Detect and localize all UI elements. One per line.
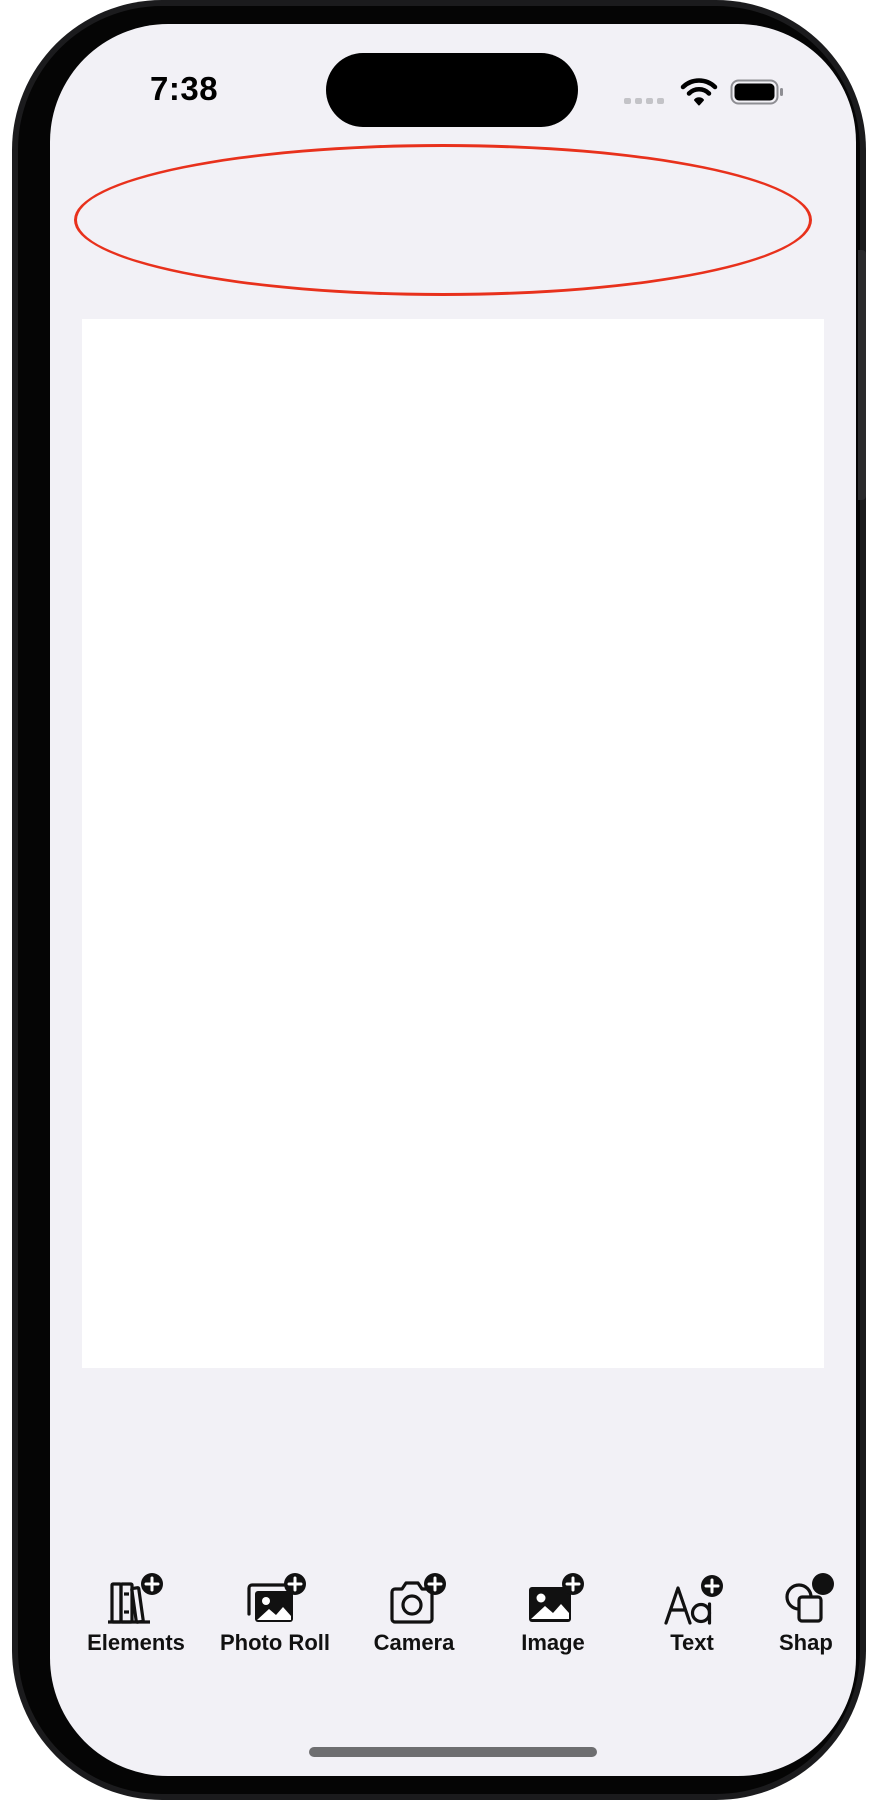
toolbar-item-label: Elements xyxy=(87,1630,185,1655)
photo-stack-plus-icon xyxy=(247,1573,306,1622)
shapes-icon xyxy=(785,1573,834,1623)
wifi-icon xyxy=(680,78,718,106)
dynamic-island xyxy=(326,53,578,127)
side-button xyxy=(858,250,866,500)
text-aa-plus-icon xyxy=(664,1575,723,1625)
phone-frame: 7:38 Elements Photo Roll Camera Image Te… xyxy=(12,0,866,1800)
status-bar: 7:38 xyxy=(50,24,856,144)
cellular-signal-icon xyxy=(624,98,664,104)
toolbar-item-elements[interactable]: Elements xyxy=(66,1572,206,1656)
books-plus-icon xyxy=(108,1573,163,1624)
annotation-ellipse xyxy=(74,144,812,296)
design-canvas[interactable] xyxy=(82,319,824,1368)
toolbar-item-label: Image xyxy=(521,1630,585,1655)
toolbar-item-photo-roll[interactable]: Photo Roll xyxy=(205,1572,345,1656)
toolbar-item-label: Camera xyxy=(373,1630,455,1655)
toolbar-item-label: Shap xyxy=(779,1630,833,1655)
toolbar-item-camera[interactable]: Camera xyxy=(344,1572,484,1656)
status-time: 7:38 xyxy=(150,70,219,107)
toolbar-item-label: Photo Roll xyxy=(220,1630,330,1655)
home-indicator[interactable] xyxy=(309,1747,597,1757)
toolbar-item-text[interactable]: Text xyxy=(622,1572,762,1656)
camera-plus-icon xyxy=(390,1573,446,1624)
toolbar-item-image[interactable]: Image xyxy=(483,1572,623,1656)
toolbar-item-label: Text xyxy=(670,1630,714,1655)
battery-icon xyxy=(730,79,783,105)
image-plus-icon xyxy=(529,1573,584,1622)
add-toolbar: Elements Photo Roll Camera Image Text Sh… xyxy=(50,1572,856,1672)
toolbar-item-shapes[interactable]: Shap xyxy=(761,1572,856,1656)
screen: 7:38 Elements Photo Roll Camera Image Te… xyxy=(50,24,856,1776)
